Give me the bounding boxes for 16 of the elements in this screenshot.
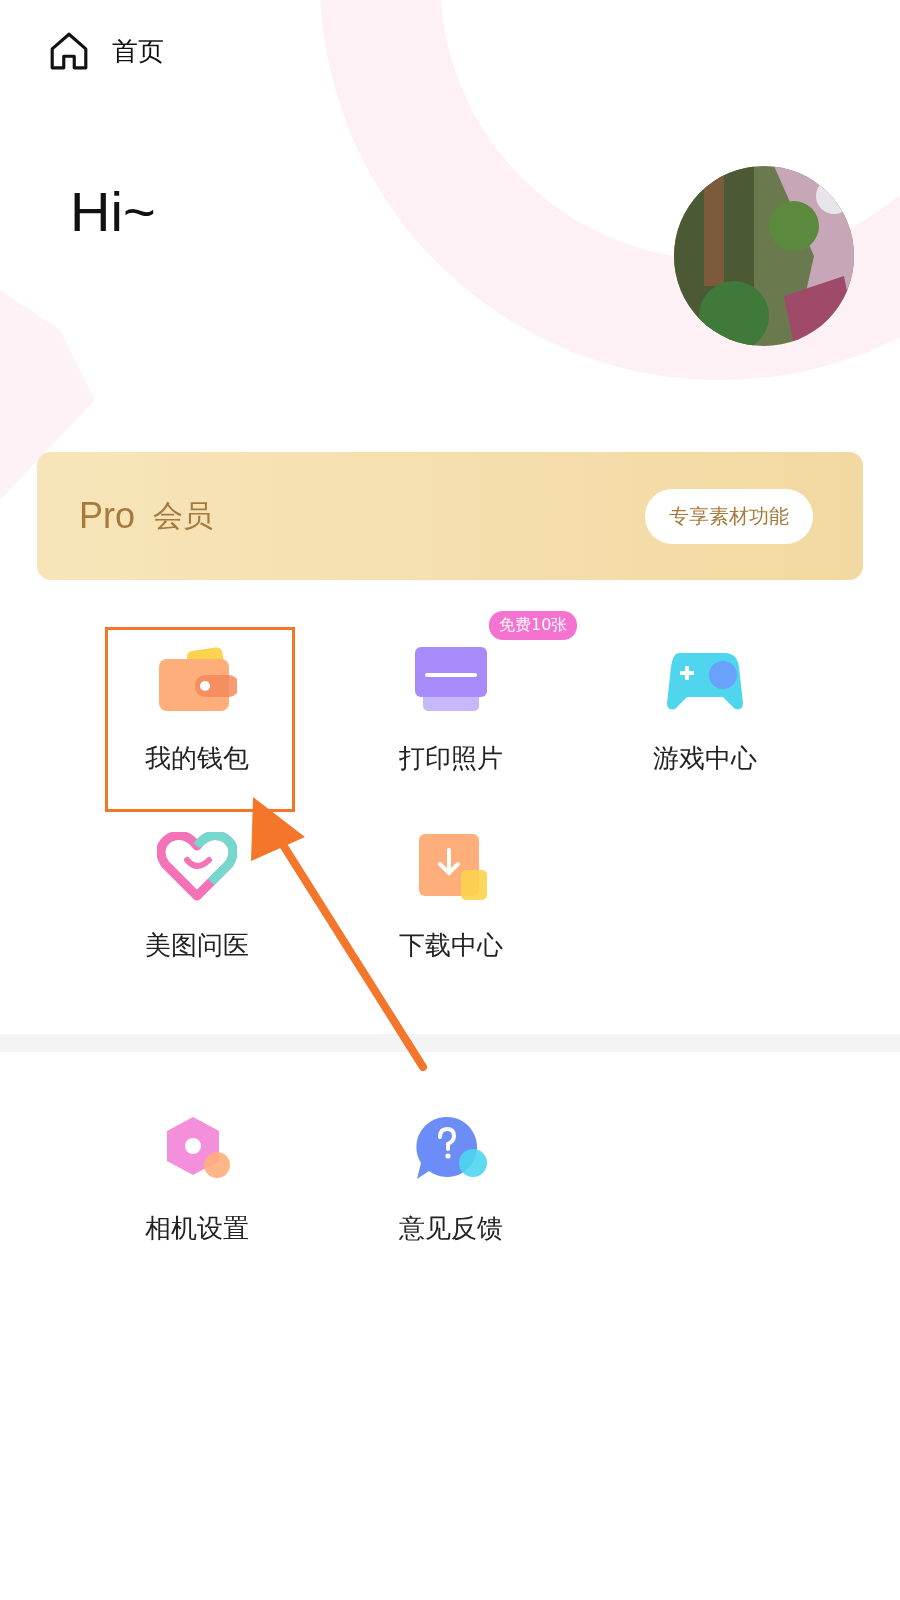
tile-label[interactable]: 意见反馈 [399,1211,503,1246]
tile-label[interactable]: 相机设置 [145,1211,249,1246]
exclusive-features-button[interactable]: 专享素材功能 [645,488,813,544]
home-icon[interactable] [48,30,90,72]
page-title: 首页 [112,34,164,68]
pro-banner[interactable]: Pro 会员 专享素材功能 [37,452,863,580]
tile-label[interactable]: 游戏中心 [653,741,757,776]
pro-subtitle: 会员 [153,496,214,535]
tile-label[interactable]: 美图问医 [145,928,249,963]
free-badge: 免费10张 [489,611,578,640]
tile-label[interactable]: 我的钱包 [145,741,249,776]
tile-label[interactable]: 打印照片 [399,741,503,776]
tile-label[interactable]: 下载中心 [399,928,503,963]
greeting: Hi~ [70,178,156,244]
pro-title: Pro [79,495,136,537]
heart-icon [157,832,237,902]
